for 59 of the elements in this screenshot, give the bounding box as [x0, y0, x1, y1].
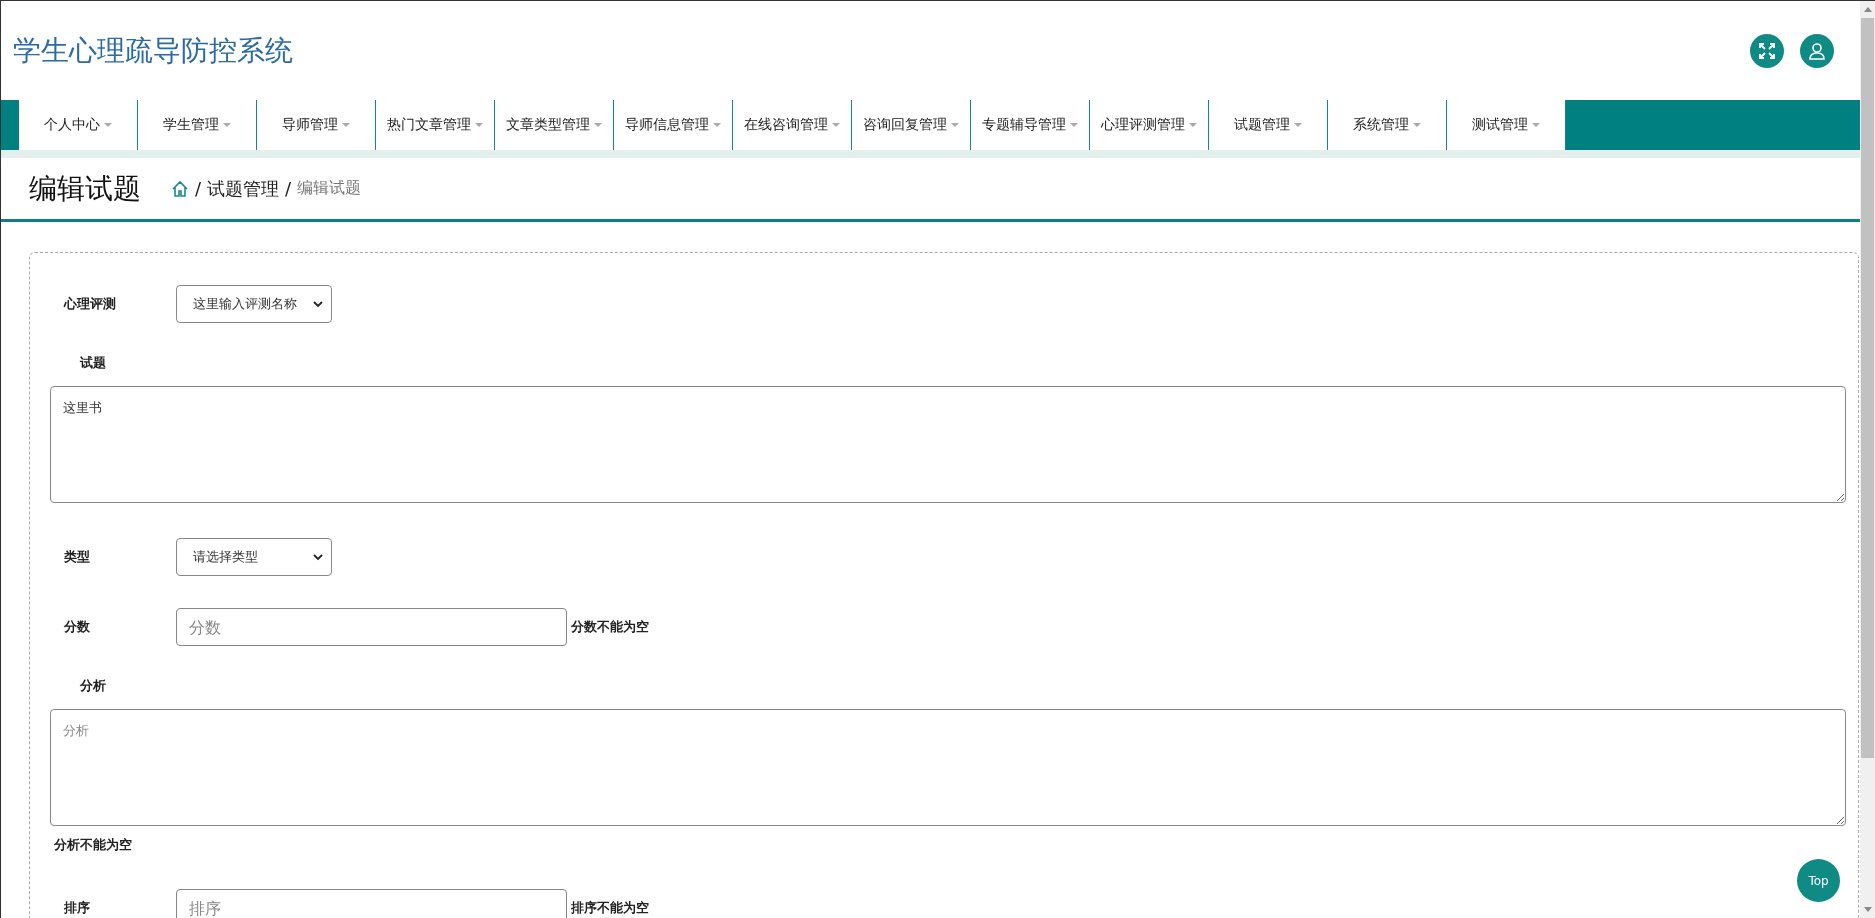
nav-menu-item[interactable]: 个人中心 — [19, 100, 138, 150]
scrollbar-thumb[interactable] — [1861, 18, 1874, 758]
textarea-field[interactable]: 这里书 — [50, 386, 1846, 503]
caret-icon — [104, 123, 112, 127]
back-to-top-button[interactable]: Top — [1797, 859, 1840, 902]
nav-menu-item[interactable]: 专题辅导管理 — [971, 100, 1090, 150]
nav-menu-item[interactable]: 在线咨询管理 — [733, 100, 852, 150]
caret-icon — [713, 123, 721, 127]
caret-icon — [223, 123, 231, 127]
nav-menu-item[interactable]: 咨询回复管理 — [852, 100, 971, 150]
breadcrumb-separator: / — [285, 178, 292, 199]
field-label: 试题 — [78, 354, 107, 372]
caret-icon — [1294, 123, 1302, 127]
caret-icon — [1070, 123, 1078, 127]
fullscreen-button[interactable] — [1750, 33, 1784, 68]
caret-icon — [342, 123, 350, 127]
error-message: 分数不能为空 — [571, 618, 649, 636]
nav-menu-item[interactable]: 学生管理 — [138, 100, 257, 150]
breadcrumb-item[interactable]: 试题管理 — [207, 176, 280, 201]
scroll-up-icon[interactable] — [1863, 7, 1872, 12]
chevron-icon — [313, 300, 323, 308]
caret-icon — [475, 123, 483, 127]
select-field[interactable]: 请选择类型 — [176, 538, 332, 576]
field-label: 分析 — [79, 677, 107, 695]
error-message: 分析不能为空 — [54, 836, 133, 854]
nav-menu-item[interactable]: 导师管理 — [257, 100, 376, 150]
home-icon[interactable] — [171, 179, 189, 198]
caret-icon — [951, 123, 959, 127]
scrollbar[interactable] — [1860, 1, 1875, 918]
nav-menu-item[interactable]: 测试管理 — [1447, 100, 1566, 150]
field-label: 心理评测 — [62, 295, 117, 313]
input-field[interactable]: 排序 — [176, 889, 567, 918]
nav-menu-item[interactable]: 心理评测管理 — [1090, 100, 1209, 150]
nav-menu-item[interactable]: 导师信息管理 — [614, 100, 733, 150]
select-field[interactable]: 这里输入评测名称 — [176, 285, 332, 323]
user-icon — [1808, 41, 1826, 60]
user-button[interactable] — [1800, 33, 1834, 68]
caret-icon — [1189, 123, 1197, 127]
site-title: 学生心理疏导防控系统 — [13, 32, 293, 69]
nav-menu-item[interactable]: 试题管理 — [1209, 100, 1328, 150]
caret-icon — [832, 123, 840, 127]
caret-icon — [1413, 123, 1421, 127]
field-label: 排序 — [63, 899, 91, 917]
nav-menu-item[interactable]: 系统管理 — [1328, 100, 1447, 150]
field-label: 类型 — [63, 548, 91, 566]
chevron-icon — [313, 553, 323, 561]
textarea-field[interactable]: 分析 — [50, 709, 1846, 826]
breadcrumb-separator: / — [195, 178, 202, 199]
input-field[interactable]: 分数 — [176, 608, 567, 646]
breadcrumb-item: 编辑试题 — [297, 178, 362, 199]
scroll-down-icon[interactable] — [1863, 907, 1872, 912]
page-title: 编辑试题 — [29, 170, 141, 207]
caret-icon — [594, 123, 602, 127]
nav-menu-item[interactable]: 文章类型管理 — [495, 100, 614, 150]
error-message: 排序不能为空 — [571, 899, 649, 917]
expand-icon — [1758, 41, 1776, 60]
nav-menu-item[interactable]: 热门文章管理 — [376, 100, 495, 150]
caret-icon — [1532, 123, 1540, 127]
field-label: 分数 — [63, 618, 91, 636]
